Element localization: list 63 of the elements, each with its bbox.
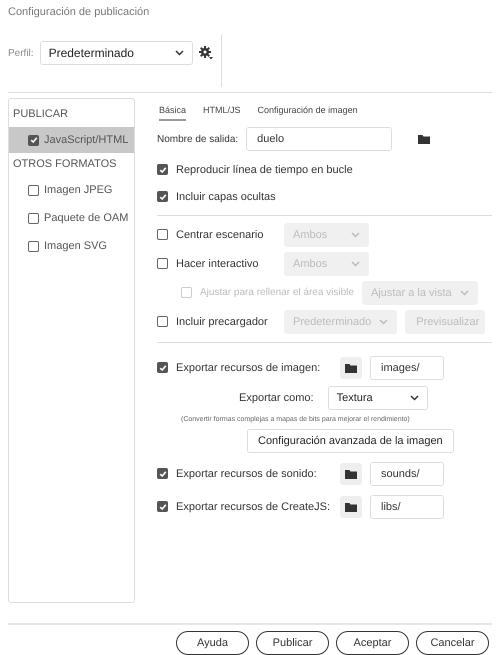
dialog-button[interactable]: Cancelar	[416, 631, 489, 655]
export-as-label: Exportar como:	[239, 392, 314, 404]
checkbox[interactable]	[157, 191, 168, 202]
format-label: Imagen JPEG	[44, 184, 112, 196]
sidebar-item[interactable]: JavaScript/HTML	[9, 127, 134, 153]
checkbox[interactable]	[157, 468, 168, 479]
path-field[interactable]: libs/	[370, 494, 444, 518]
window-title: Configuración de publicación	[8, 5, 150, 20]
chevron-icon	[379, 318, 388, 324]
section-heading: OTROS FORMATOS	[12, 157, 118, 172]
export-as-dropdown[interactable]: Textura	[328, 386, 428, 410]
option-label: Incluir precargador	[176, 316, 269, 328]
option-label: Incluir capas ocultas	[176, 190, 276, 202]
checkbox[interactable]	[28, 240, 39, 252]
profile-label: Perfil:	[8, 48, 34, 58]
chevron-icon	[351, 260, 360, 266]
asset-label: Exportar recursos de imagen:	[176, 362, 322, 374]
folder-button[interactable]	[340, 496, 362, 518]
checkbox[interactable]	[157, 258, 168, 269]
checkbox[interactable]	[28, 134, 39, 146]
checkbox[interactable]	[28, 184, 39, 196]
settings-icon[interactable]	[198, 46, 213, 60]
checkbox[interactable]	[157, 362, 168, 373]
dialog-button[interactable]: Aceptar	[336, 631, 409, 655]
sidebar-item[interactable]: Imagen SVG	[9, 233, 134, 259]
asset-label: Exportar recursos de CreateJS:	[176, 500, 332, 512]
dialog-button[interactable]: Ayuda	[176, 631, 249, 655]
folder-icon[interactable]	[418, 134, 430, 144]
format-label: JavaScript/HTML	[44, 134, 128, 146]
folder-button[interactable]	[340, 462, 362, 484]
checkbox[interactable]	[157, 229, 168, 240]
tab[interactable]: Configuración de imagen	[258, 105, 358, 121]
tab[interactable]: HTML/JS	[203, 105, 241, 121]
option-label: Centrar escenario	[176, 228, 264, 240]
folder-icon[interactable]	[345, 362, 357, 372]
path-field[interactable]: images/	[370, 356, 444, 380]
option-label: Ajustar para rellenar el área visible	[200, 287, 354, 298]
option-label: Hacer interactivo	[176, 258, 260, 270]
section-heading: PUBLICAR	[12, 107, 70, 122]
output-label: Nombre de salida:	[157, 134, 238, 144]
dialog-button[interactable]: Publicar	[256, 631, 329, 655]
path-field[interactable]: sounds/	[370, 462, 444, 486]
advanced-settings-button[interactable]: Configuración avanzada de la imagen	[247, 429, 454, 453]
asset-label: Exportar recursos de sonido:	[176, 468, 318, 480]
output-name-field[interactable]: duelo	[246, 127, 392, 151]
tab[interactable]: Básica	[159, 105, 186, 121]
format-label: Paquete de OAM	[44, 212, 128, 224]
folder-button[interactable]	[340, 356, 362, 378]
checkbox[interactable]	[157, 316, 168, 327]
folder-icon[interactable]	[345, 468, 357, 478]
sidebar-item[interactable]: Paquete de OAM	[9, 205, 134, 231]
profile-dropdown[interactable]: Predeterminado	[40, 41, 193, 65]
checkbox[interactable]	[28, 212, 39, 224]
chevron-icon	[351, 232, 360, 238]
checkbox[interactable]	[157, 164, 168, 175]
checkbox[interactable]	[157, 501, 168, 512]
folder-icon[interactable]	[345, 502, 357, 512]
chevron-icon	[174, 50, 184, 56]
chevron-icon	[460, 290, 469, 296]
format-label: Imagen SVG	[44, 240, 107, 252]
option-label: Reproducir línea de tiempo en bucle	[176, 164, 353, 176]
chevron-icon	[410, 395, 419, 401]
sidebar-item[interactable]: Imagen JPEG	[9, 177, 134, 203]
